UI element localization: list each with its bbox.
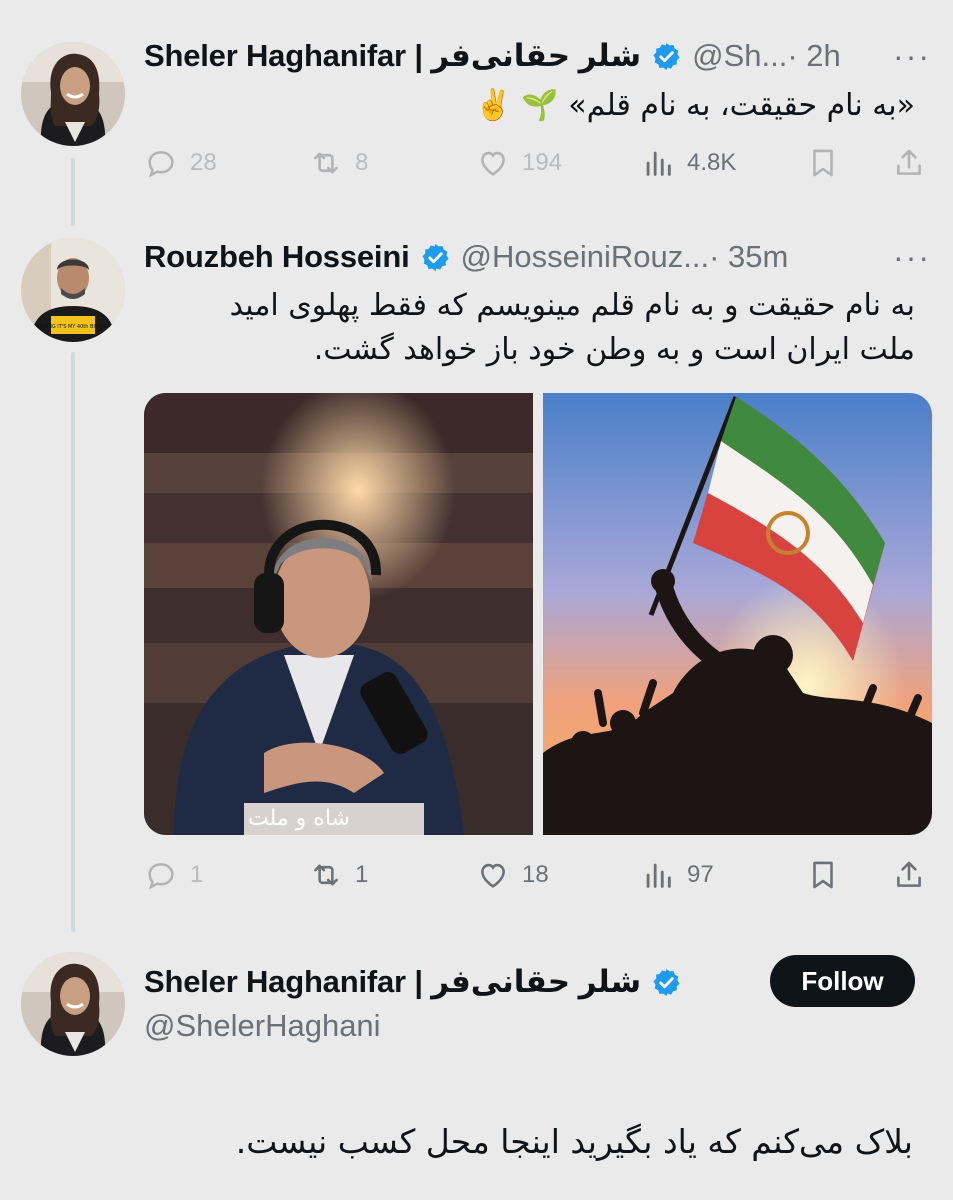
views-button[interactable]: 97 xyxy=(641,855,714,895)
like-count: 18 xyxy=(522,861,549,888)
tweet-time[interactable]: · 2h xyxy=(787,38,840,74)
thread-line xyxy=(71,158,75,226)
repost-count: 1 xyxy=(355,861,369,888)
views-icon xyxy=(646,863,671,888)
profile-header: Sheler Haghanifar | شلر حقانی‌فر xyxy=(144,962,753,1002)
views-count: 97 xyxy=(687,861,714,888)
like-button[interactable]: 194 xyxy=(476,143,562,183)
share-icon xyxy=(897,149,921,175)
media-grid[interactable]: شاه و ملت xyxy=(144,393,932,835)
author-name[interactable]: Sheler Haghanifar | شلر حقانی‌فر xyxy=(144,38,641,74)
author-handle[interactable]: @Sh... xyxy=(692,38,787,74)
more-icon[interactable]: ··· xyxy=(893,241,931,273)
reply-text: بلاک می‌کنم که یاد بگیرید اینجا محل کسب … xyxy=(235,1122,913,1161)
tweet-1-actions: 28 8 194 4.8K xyxy=(144,143,931,183)
tweet-2-actions: 1 1 18 97 xyxy=(144,855,931,895)
reply-button[interactable]: 1 xyxy=(144,855,203,895)
flag-photo xyxy=(543,393,932,835)
avatar[interactable] xyxy=(21,952,125,1056)
profile-handle[interactable]: @ShelerHaghani xyxy=(144,1008,381,1044)
avatar-image: WARNING IT'S MY 40th BIRTHDAY xyxy=(21,238,125,342)
verified-badge-icon xyxy=(653,968,680,996)
tweet-2-header: Rouzbeh Hosseini @HosseiniRouz... · 35m … xyxy=(144,237,931,277)
media-caption: شاه و ملت xyxy=(248,806,350,831)
repost-count: 8 xyxy=(355,149,369,176)
reply-button[interactable]: 28 xyxy=(144,143,217,183)
reply-count: 28 xyxy=(190,149,217,176)
views-button[interactable]: 4.8K xyxy=(641,143,736,183)
follow-button[interactable]: Follow xyxy=(770,955,915,1007)
views-icon xyxy=(646,151,671,176)
reply-count: 1 xyxy=(190,861,204,888)
repost-icon xyxy=(314,152,338,174)
author-name[interactable]: Rouzbeh Hosseini xyxy=(144,239,410,275)
bookmark-button[interactable] xyxy=(806,143,852,183)
thread-line xyxy=(71,352,75,932)
avatar-image xyxy=(21,952,125,1056)
bookmark-icon xyxy=(813,149,833,177)
share-icon xyxy=(897,861,921,887)
author-handle[interactable]: @HosseiniRouz... xyxy=(461,239,710,275)
bookmark-button[interactable] xyxy=(806,855,852,895)
reply-icon xyxy=(148,151,174,178)
like-button[interactable]: 18 xyxy=(476,855,549,895)
interview-photo: شاه و ملت xyxy=(144,393,533,835)
like-icon xyxy=(481,151,505,176)
media-photo-flag[interactable] xyxy=(543,393,932,835)
tweet-text: «به نام حقیقت، به نام قلم» 🌱 ✌️ xyxy=(474,88,916,123)
media-photo-interview[interactable]: شاه و ملت xyxy=(144,393,533,835)
repost-button[interactable]: 8 xyxy=(309,143,368,183)
tweet-text: به نام حقیقت و به نام قلم مینویسم که فقط… xyxy=(144,284,915,372)
like-icon xyxy=(481,863,505,888)
share-button[interactable] xyxy=(892,855,938,895)
verified-badge-icon xyxy=(653,42,680,70)
share-button[interactable] xyxy=(892,143,938,183)
repost-button[interactable]: 1 xyxy=(309,855,368,895)
verified-badge-icon xyxy=(421,243,449,271)
tweet-time[interactable]: · 35m xyxy=(709,239,788,275)
avatar-shirt-text: WARNING IT'S MY 40th BIRTHDAY xyxy=(31,324,115,330)
tweet-text-line-1: به نام حقیقت و به نام قلم مینویسم که فقط… xyxy=(229,288,915,323)
views-count: 4.8K xyxy=(687,149,737,176)
avatar-image xyxy=(21,42,125,146)
tweet-text-line-2: ملت ایران است و به وطن خود باز خواهد گشت… xyxy=(313,332,915,367)
reply-icon xyxy=(148,863,174,890)
avatar[interactable] xyxy=(21,42,125,146)
bookmark-icon xyxy=(813,861,833,889)
repost-icon xyxy=(314,864,338,886)
profile-name[interactable]: Sheler Haghanifar | شلر حقانی‌فر xyxy=(144,964,641,1000)
tweet-1-header: Sheler Haghanifar | شلر حقانی‌فر @Sh... … xyxy=(144,36,931,76)
like-count: 194 xyxy=(522,149,563,176)
more-icon[interactable]: ··· xyxy=(893,40,931,72)
avatar[interactable]: WARNING IT'S MY 40th BIRTHDAY xyxy=(21,238,125,342)
